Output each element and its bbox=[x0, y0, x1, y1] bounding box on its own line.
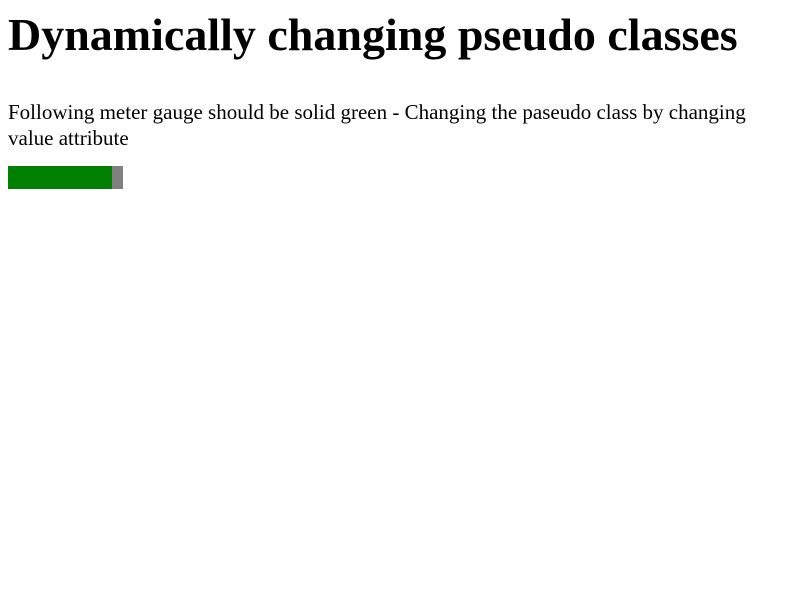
meter-gauge bbox=[8, 166, 123, 189]
page-title: Dynamically changing pseudo classes bbox=[8, 9, 738, 60]
page: Dynamically changing pseudo classes Foll… bbox=[0, 0, 800, 600]
description-text: Following meter gauge should be solid gr… bbox=[8, 100, 746, 150]
meter-fill bbox=[8, 166, 112, 189]
